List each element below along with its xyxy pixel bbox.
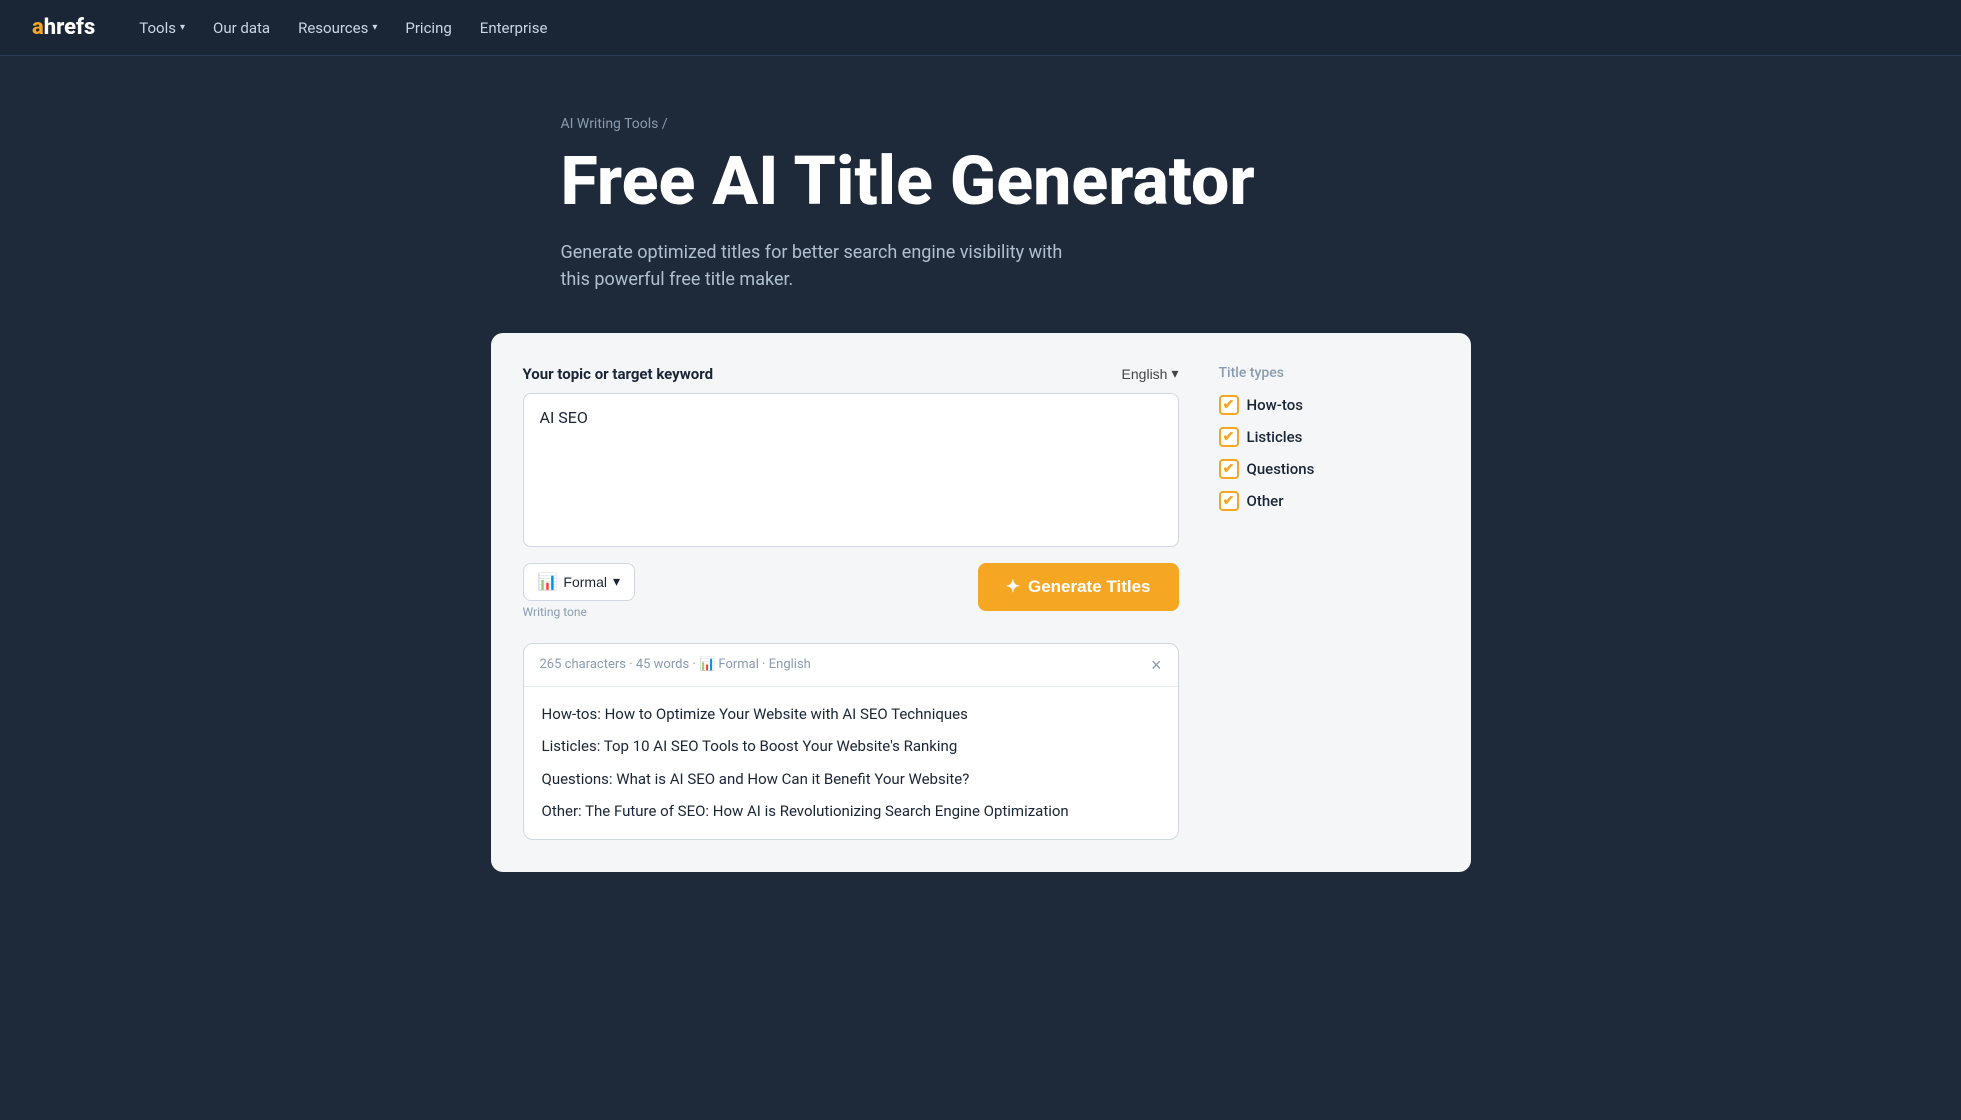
result-item: Questions: What is AI SEO and How Can it… bbox=[542, 768, 1160, 791]
tone-section: 📊 Formal ▾ Writing tone bbox=[523, 563, 636, 619]
type-label-listicles: Listicles bbox=[1247, 428, 1303, 446]
generate-button[interactable]: ✦ Generate Titles bbox=[978, 563, 1179, 611]
tool-container: Your topic or target keyword English ▾ A… bbox=[491, 333, 1471, 872]
left-panel: Your topic or target keyword English ▾ A… bbox=[523, 365, 1179, 840]
logo-a: a bbox=[32, 15, 44, 40]
logo-hrefs: hrefs bbox=[44, 15, 96, 40]
breadcrumb: AI Writing Tools / bbox=[561, 116, 668, 132]
hero-section: AI Writing Tools / Free AI Title Generat… bbox=[501, 56, 1461, 333]
title-type-listicles[interactable]: ✔ Listicles bbox=[1219, 427, 1439, 447]
tone-label: Formal bbox=[563, 574, 607, 590]
generate-icon: ✦ bbox=[1006, 577, 1020, 597]
writing-tone-label: Writing tone bbox=[523, 605, 636, 619]
keyword-textarea-wrapper: AI SEO bbox=[523, 393, 1179, 547]
type-label-howtos: How-tos bbox=[1247, 396, 1303, 414]
title-types-label: Title types bbox=[1219, 365, 1439, 381]
type-label-questions: Questions bbox=[1247, 460, 1315, 478]
nav-item-tools[interactable]: Tools ▾ bbox=[127, 11, 197, 45]
controls-row: 📊 Formal ▾ Writing tone ✦ Generate Title… bbox=[523, 563, 1179, 619]
tone-selector[interactable]: 📊 Formal ▾ bbox=[523, 563, 636, 601]
main-content: Your topic or target keyword English ▾ A… bbox=[431, 333, 1531, 932]
language-value: English bbox=[1122, 366, 1168, 382]
result-item: Other: The Future of SEO: How AI is Revo… bbox=[542, 800, 1160, 823]
checkmark-icon: ✔ bbox=[1223, 461, 1235, 477]
right-panel: Title types ✔ How-tos ✔ Listicles ✔ Ques… bbox=[1219, 365, 1439, 840]
nav-item-pricing[interactable]: Pricing bbox=[393, 11, 463, 45]
results-header: 265 characters · 45 words · 📊 Formal · E… bbox=[524, 644, 1178, 687]
input-label-row: Your topic or target keyword English ▾ bbox=[523, 365, 1179, 383]
subtitle: Generate optimized titles for better sea… bbox=[561, 239, 1081, 293]
chevron-down-icon: ▾ bbox=[372, 22, 377, 33]
language-selector[interactable]: English ▾ bbox=[1122, 365, 1179, 382]
keyword-input[interactable]: AI SEO bbox=[540, 408, 1162, 528]
generate-label: Generate Titles bbox=[1028, 577, 1151, 597]
result-item: How-tos: How to Optimize Your Website wi… bbox=[542, 703, 1160, 726]
title-type-questions[interactable]: ✔ Questions bbox=[1219, 459, 1439, 479]
result-item: Listicles: Top 10 AI SEO Tools to Boost … bbox=[542, 735, 1160, 758]
nav-item-ourdata[interactable]: Our data bbox=[201, 11, 282, 45]
tone-icon: 📊 bbox=[538, 572, 558, 592]
nav-items: Tools ▾ Our data Resources ▾ Pricing Ent… bbox=[127, 11, 559, 45]
checkmark-icon: ✔ bbox=[1223, 397, 1235, 413]
results-body: How-tos: How to Optimize Your Website wi… bbox=[524, 687, 1178, 839]
type-label-other: Other bbox=[1247, 492, 1284, 510]
nav-item-enterprise[interactable]: Enterprise bbox=[468, 11, 560, 45]
title-type-howtos[interactable]: ✔ How-tos bbox=[1219, 395, 1439, 415]
navbar: ahrefs Tools ▾ Our data Resources ▾ Pric… bbox=[0, 0, 1961, 56]
chevron-down-icon: ▾ bbox=[613, 573, 620, 590]
title-type-other[interactable]: ✔ Other bbox=[1219, 491, 1439, 511]
chevron-down-icon: ▾ bbox=[180, 22, 185, 33]
close-button[interactable]: × bbox=[1151, 656, 1162, 674]
results-meta: 265 characters · 45 words · 📊 Formal · E… bbox=[540, 657, 811, 672]
results-section: 265 characters · 45 words · 📊 Formal · E… bbox=[523, 643, 1179, 840]
chevron-down-icon: ▾ bbox=[1171, 365, 1178, 382]
checkmark-icon: ✔ bbox=[1223, 493, 1235, 509]
checkbox-questions[interactable]: ✔ bbox=[1219, 459, 1239, 479]
checkbox-listicles[interactable]: ✔ bbox=[1219, 427, 1239, 447]
checkbox-other[interactable]: ✔ bbox=[1219, 491, 1239, 511]
logo[interactable]: ahrefs bbox=[32, 15, 95, 40]
keyword-label: Your topic or target keyword bbox=[523, 365, 714, 383]
page-title: Free AI Title Generator bbox=[561, 144, 1255, 219]
checkmark-icon: ✔ bbox=[1223, 429, 1235, 445]
nav-item-resources[interactable]: Resources ▾ bbox=[286, 11, 389, 45]
checkbox-howtos[interactable]: ✔ bbox=[1219, 395, 1239, 415]
